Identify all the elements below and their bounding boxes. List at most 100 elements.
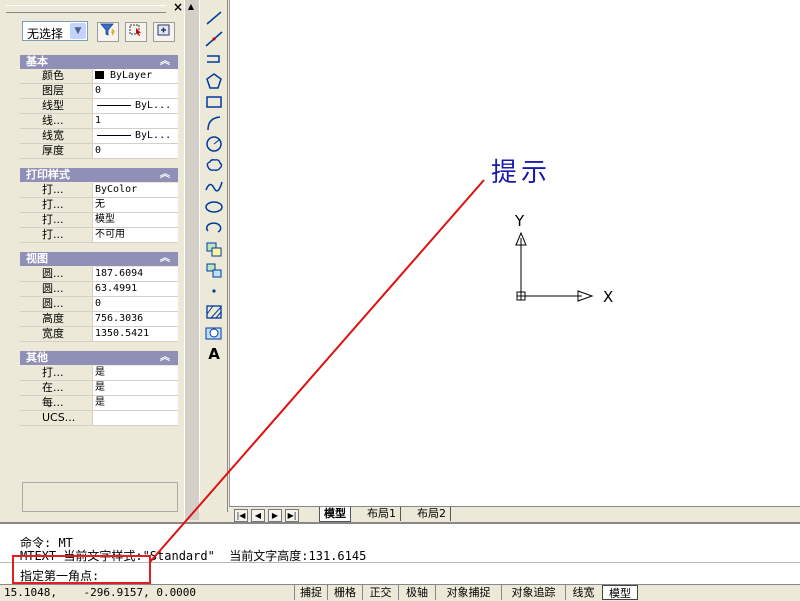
tab-model[interactable]: 模型 [319, 507, 351, 522]
property-value[interactable]: 187.6094 [92, 267, 178, 281]
draw-toolbar: A [199, 0, 228, 512]
property-row[interactable]: 打... 模型 [20, 213, 178, 228]
property-row-linetype[interactable]: 线型 ByL... [20, 99, 178, 114]
property-row-color[interactable]: 颜色 ByLayer [20, 69, 178, 84]
property-value-text: ByL... [135, 100, 172, 111]
property-row[interactable]: 打... 不可用 [20, 228, 178, 243]
property-name: 厚度 [20, 144, 92, 158]
quick-select-button[interactable] [97, 22, 119, 42]
property-row-thickness[interactable]: 厚度 0 [20, 144, 178, 159]
palette-side-strip[interactable] [184, 0, 199, 520]
grid-toggle[interactable]: 栅格 [327, 585, 362, 600]
property-value[interactable]: 是 [92, 366, 178, 380]
property-name: 圆... [20, 297, 92, 311]
property-value[interactable]: 0 [92, 144, 178, 158]
first-tab-button[interactable]: |◀ [234, 509, 248, 522]
property-row-width[interactable]: 宽度 1350.5421 [20, 327, 178, 342]
selection-dropdown[interactable]: 无选择 ▼ [22, 21, 88, 41]
snap-toggle[interactable]: 捕捉 [294, 585, 327, 600]
line-icon[interactable] [202, 8, 226, 28]
property-name: 打... [20, 183, 92, 197]
tab-layout1[interactable]: 布局1 [363, 507, 401, 521]
palette-grip[interactable] [6, 5, 166, 13]
section-header-basic[interactable]: 基本 ︽ [20, 55, 178, 69]
property-row-layer[interactable]: 图层 0 [20, 84, 178, 99]
polygon-icon[interactable] [202, 71, 226, 91]
polar-toggle[interactable]: 极轴 [398, 585, 435, 600]
property-row-lineweight[interactable]: 线宽 ByL... [20, 129, 178, 144]
next-tab-button[interactable]: ▶ [268, 509, 282, 522]
property-value[interactable]: ByL... [92, 129, 178, 143]
model-space-toggle[interactable]: 模型 [602, 585, 638, 600]
palette-close-button[interactable]: × [172, 1, 184, 13]
property-name: 打... [20, 213, 92, 227]
property-row[interactable]: 圆... 0 [20, 297, 178, 312]
rectangle-icon[interactable] [202, 92, 226, 112]
section-title: 基本 [26, 55, 48, 68]
arc-icon[interactable] [202, 113, 226, 133]
region-icon[interactable] [202, 323, 226, 343]
property-row[interactable]: 打... 是 [20, 366, 178, 381]
property-value[interactable]: 1 [92, 114, 178, 128]
lineweight-toggle[interactable]: 线宽 [565, 585, 601, 600]
select-objects-button[interactable] [125, 22, 147, 42]
section-header-misc[interactable]: 其他 ︽ [20, 351, 178, 365]
property-row-ucs[interactable]: UCS... [20, 411, 178, 426]
property-value[interactable]: 63.4991 [92, 282, 178, 296]
property-row[interactable]: 在... 是 [20, 381, 178, 396]
ellipse-arc-icon[interactable] [202, 218, 226, 238]
spline-icon[interactable] [202, 176, 226, 196]
pickadd-toggle-button[interactable] [153, 22, 175, 42]
property-name: 图层 [20, 84, 92, 98]
point-icon[interactable] [202, 281, 226, 301]
property-row[interactable]: 圆... 187.6094 [20, 267, 178, 282]
osnap-toggle[interactable]: 对象捕捉 [435, 585, 501, 600]
circle-icon[interactable] [202, 134, 226, 154]
multiline-text-icon[interactable]: A [202, 344, 226, 364]
palette-scroll-up-icon[interactable]: ▲ [185, 2, 197, 12]
property-name: 打... [20, 198, 92, 212]
revision-cloud-icon[interactable] [202, 155, 226, 175]
tab-layout2[interactable]: 布局2 [413, 507, 451, 521]
property-value[interactable]: 1350.5421 [92, 327, 178, 341]
property-value[interactable]: ByL... [92, 99, 178, 113]
section-header-view[interactable]: 视图 ︽ [20, 252, 178, 266]
hatch-icon[interactable] [202, 302, 226, 322]
property-row-height[interactable]: 高度 756.3036 [20, 312, 178, 327]
property-row[interactable]: 打... 无 [20, 198, 178, 213]
section-header-plot-style[interactable]: 打印样式 ︽ [20, 168, 178, 182]
chevron-down-icon[interactable]: ▼ [70, 23, 86, 39]
property-value[interactable]: 0 [92, 84, 178, 98]
construction-line-icon[interactable] [202, 29, 226, 49]
property-value[interactable]: 是 [92, 396, 178, 410]
last-tab-button[interactable]: ▶| [285, 509, 299, 522]
property-name: 圆... [20, 282, 92, 296]
property-value[interactable]: ByColor [92, 183, 178, 197]
property-value[interactable]: 不可用 [92, 228, 178, 242]
property-value[interactable] [92, 411, 178, 425]
property-row[interactable]: 每... 是 [20, 396, 178, 411]
prev-tab-button[interactable]: ◀ [251, 509, 265, 522]
property-value[interactable]: 模型 [92, 213, 178, 227]
section-title: 视图 [26, 252, 48, 265]
ortho-toggle[interactable]: 正交 [362, 585, 398, 600]
ellipse-icon[interactable] [202, 197, 226, 217]
insert-block-icon[interactable] [202, 239, 226, 259]
property-value[interactable]: 756.3036 [92, 312, 178, 326]
property-row[interactable]: 打... ByColor [20, 183, 178, 198]
property-row[interactable]: 圆... 63.4991 [20, 282, 178, 297]
otrack-toggle[interactable]: 对象追踪 [501, 585, 565, 600]
color-swatch-icon [95, 71, 104, 79]
polyline-icon[interactable] [202, 50, 226, 70]
make-block-icon[interactable] [202, 260, 226, 280]
property-value[interactable]: 是 [92, 381, 178, 395]
property-value[interactable]: 无 [92, 198, 178, 212]
collapse-chevron-icon[interactable]: ︽ [160, 351, 170, 365]
property-name: 线型 [20, 99, 92, 113]
collapse-chevron-icon[interactable]: ︽ [160, 168, 170, 182]
property-row-linetype-scale[interactable]: 线... 1 [20, 114, 178, 129]
collapse-chevron-icon[interactable]: ︽ [160, 55, 170, 69]
collapse-chevron-icon[interactable]: ︽ [160, 252, 170, 266]
property-value[interactable]: ByLayer [92, 69, 178, 83]
property-value[interactable]: 0 [92, 297, 178, 311]
